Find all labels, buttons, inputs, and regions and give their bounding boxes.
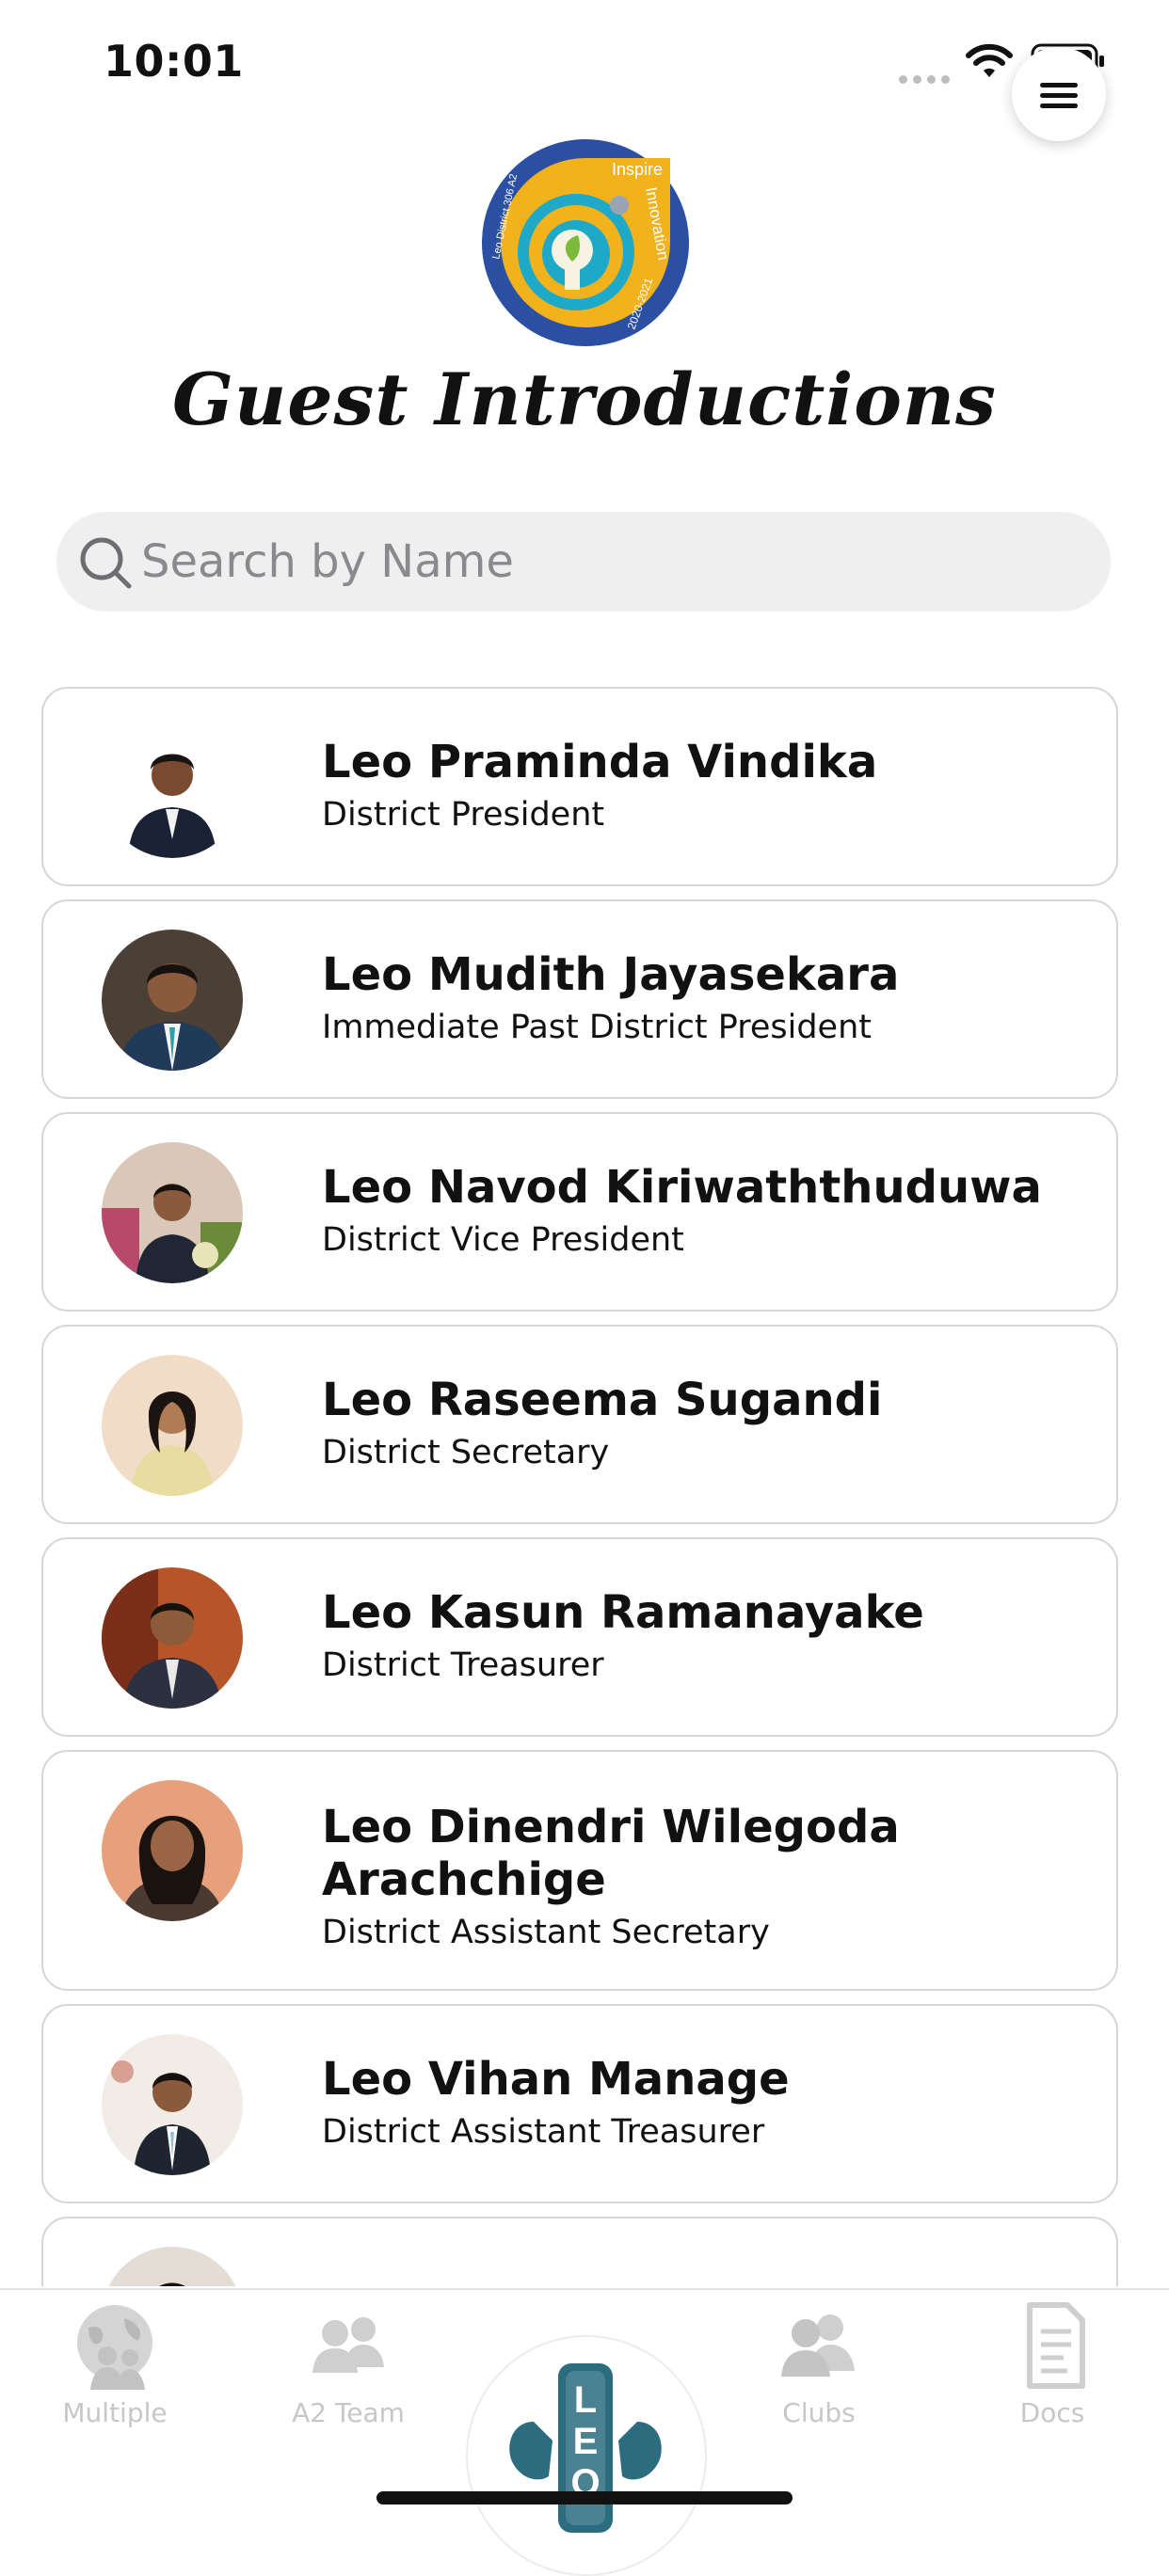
tab-multiple[interactable]: Multiple [21,2290,209,2478]
guest-info: Leo Kasun Ramanayake District Treasurer [322,1586,1079,1690]
guest-info: Leo Vihan Manage District Assistant Trea… [322,2053,1079,2156]
guest-role: District Assistant Treasurer [322,2113,765,2151]
district-logo: Inspire Innovation 2020-2021 Leo Distric… [482,139,689,346]
guest-info: Leo Navod Kiriwaththuduwa District Vice … [322,1161,1079,1264]
guest-list[interactable]: Leo Praminda Vindika District President … [41,687,1122,2286]
team-icon [312,2317,384,2373]
guest-info: Leo Mudith Jayasekara Immediate Past Dis… [322,948,1079,1052]
guest-card[interactable]: Leo Kasun Ramanayake District Treasurer [41,1537,1118,1737]
tab-label: Clubs [782,2397,856,2428]
search-bar[interactable] [56,512,1111,612]
status-bar: 10:01 [0,0,1169,122]
guest-role: District Assistant Secretary [322,1914,770,1951]
guest-name: Leo Raseema Sugandi [322,1374,883,1426]
avatar [102,1780,243,1921]
svg-text:E: E [573,2421,599,2462]
avatar [102,930,243,1071]
avatar [102,1567,243,1709]
guest-card[interactable]: Leo Dinendri Wilegoda Arachchige Distric… [41,1750,1118,1991]
search-input[interactable] [141,512,1064,612]
guest-name: Leo Vihan Manage [322,2053,790,2106]
signal-icon [899,70,955,84]
guest-role: District Secretary [322,1434,610,1471]
home-indicator [376,2491,793,2504]
guest-card[interactable]: Leo Raseema Sugandi District Secretary [41,1325,1118,1524]
guest-role: Immediate Past District President [322,1009,872,1046]
avatar [102,1355,243,1496]
tab-label: Docs [1019,2397,1085,2428]
guest-name: Leo Mudith Jayasekara [322,948,900,1001]
avatar [102,2247,243,2286]
group-icon [781,2314,855,2377]
wifi-icon [966,43,1013,77]
guest-info: Leo Raseema Sugandi District Secretary [322,1374,1079,1477]
guest-name: Leo Dinendri Wilegoda Arachchige [322,1801,900,1906]
leo-emblem-icon: L E O [509,2363,662,2533]
guest-role: District Treasurer [322,1646,604,1684]
guest-card[interactable]: Leo Mudith Jayasekara Immediate Past Dis… [41,899,1118,1099]
guest-card[interactable]: Leo Navod Kiriwaththuduwa District Vice … [41,1112,1118,1312]
guest-info [322,2266,1079,2267]
guest-info: Leo Praminda Vindika District President [322,736,1079,839]
tab-clubs[interactable]: Clubs [725,2290,913,2478]
search-icon [80,537,132,589]
guest-role: District Vice President [322,1221,684,1259]
page-title: Guest Introductions [172,358,997,441]
guest-card[interactable]: Leo Vihan Manage District Assistant Trea… [41,2004,1118,2203]
tab-a2-team[interactable]: A2 Team [254,2290,442,2478]
tab-leo-home[interactable]: L E O [466,2335,707,2576]
avatar [102,2034,243,2175]
menu-button[interactable] [1012,47,1106,141]
guest-name: Leo Navod Kiriwaththuduwa [322,1161,1042,1214]
guest-name: Leo Kasun Ramanayake [322,1586,924,1639]
avatar [102,717,243,858]
tab-label: A2 Team [292,2397,405,2428]
tab-label: Multiple [62,2397,168,2428]
tab-docs[interactable]: Docs [958,2290,1146,2478]
svg-text:Inspire: Inspire [612,160,663,179]
status-time: 10:01 [104,36,244,87]
guest-name: Leo Praminda Vindika [322,736,878,788]
document-icon [1027,2302,1085,2389]
guest-card[interactable]: Leo Praminda Vindika District President [41,687,1118,886]
guest-card[interactable] [41,2217,1118,2286]
svg-text:L: L [574,2379,597,2421]
avatar [102,1142,243,1283]
guest-role: District President [322,796,605,834]
guest-info: Leo Dinendri Wilegoda Arachchige Distric… [322,1801,1079,1957]
globe-people-icon [77,2305,152,2390]
